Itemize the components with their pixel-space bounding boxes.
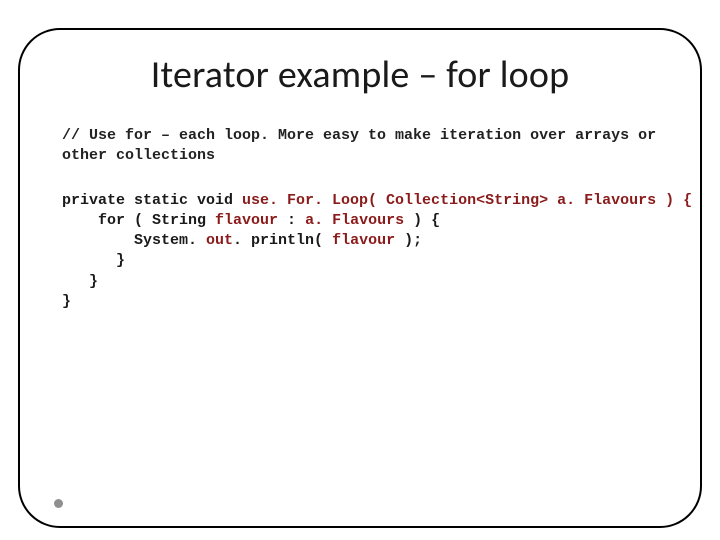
code-text: use. For. Loop( Collection<String> a. Fl… xyxy=(242,192,692,209)
slide-frame: Iterator example – for loop // Use for –… xyxy=(18,28,702,528)
code-text: out xyxy=(206,232,233,249)
code-text: a. Flavours xyxy=(305,212,404,229)
code-text: } xyxy=(62,252,125,269)
code-text: System. xyxy=(62,232,206,249)
code-block: private static void use. For. Loop( Coll… xyxy=(62,191,658,313)
code-text: flavour xyxy=(215,212,278,229)
code-text: flavour xyxy=(332,232,395,249)
code-text: ); xyxy=(395,232,422,249)
code-text: . println( xyxy=(233,232,332,249)
bullet-dot-icon xyxy=(54,499,63,508)
code-text: } xyxy=(62,273,98,290)
code-text: ) { xyxy=(404,212,440,229)
code-text: private static void xyxy=(62,192,242,209)
code-text: } xyxy=(62,293,71,310)
slide-title: Iterator example – for loop xyxy=(62,52,658,98)
code-comment: // Use for – each loop. More easy to mak… xyxy=(62,126,658,167)
slide: Iterator example – for loop // Use for –… xyxy=(0,0,720,540)
code-text: : xyxy=(278,212,305,229)
code-text: for ( String xyxy=(62,212,215,229)
